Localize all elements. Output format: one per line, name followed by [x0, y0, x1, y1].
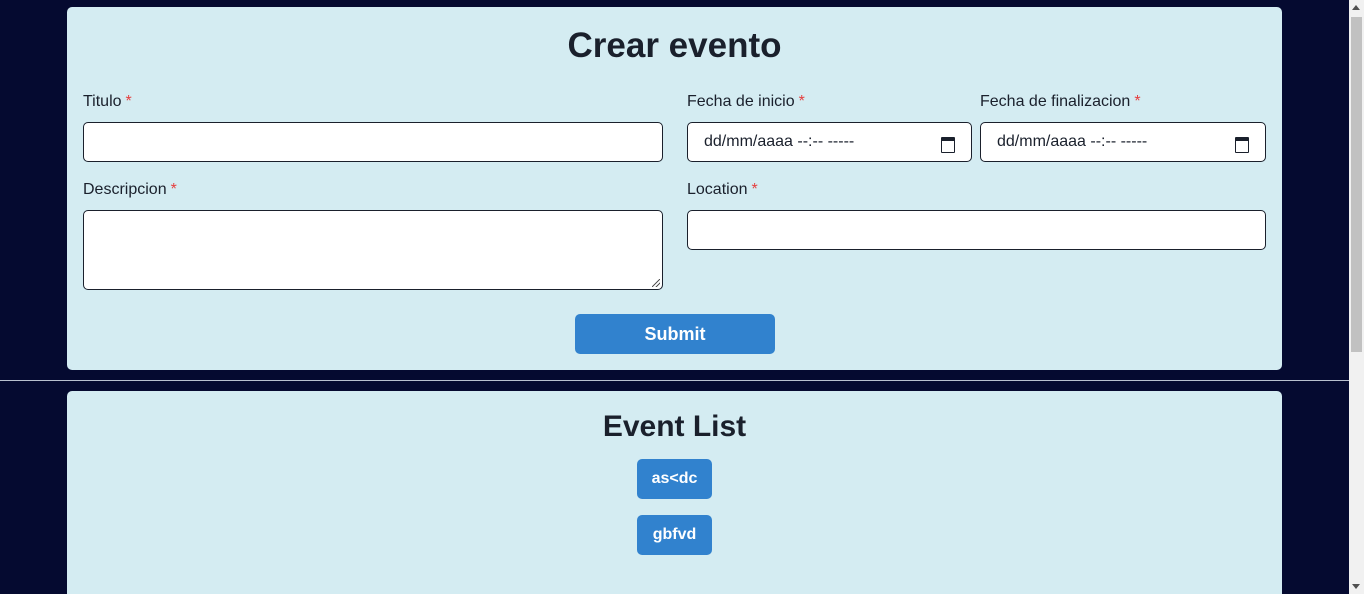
required-marker: *: [170, 181, 177, 198]
descripcion-label: Descripcion *: [83, 180, 177, 200]
page: Crear evento Titulo * Fecha de inicio * dd…: [0, 0, 1349, 594]
scroll-down-icon[interactable]: [1352, 584, 1360, 589]
create-event-title: Crear evento: [567, 26, 782, 65]
vertical-scrollbar[interactable]: [1349, 0, 1364, 594]
fecha-inicio-placeholder: dd/mm/aaaa --:-- -----: [704, 133, 855, 150]
scrollbar-thumb[interactable]: [1351, 17, 1362, 352]
fecha-inicio-label-text: Fecha de inicio: [687, 93, 795, 110]
required-marker: *: [125, 93, 132, 110]
descripcion-label-text: Descripcion: [83, 181, 167, 198]
required-marker: *: [798, 93, 805, 110]
location-label-text: Location: [687, 181, 748, 198]
section-divider: [0, 380, 1349, 381]
fecha-fin-input[interactable]: dd/mm/aaaa --:-- -----: [980, 122, 1266, 162]
location-input[interactable]: [687, 210, 1266, 250]
fecha-fin-label: Fecha de finalizacion *: [980, 92, 1141, 112]
create-event-card: Crear evento Titulo * Fecha de inicio * dd…: [67, 7, 1282, 370]
event-list-title: Event List: [602, 410, 747, 443]
fecha-inicio-label: Fecha de inicio *: [687, 92, 805, 112]
required-marker: *: [751, 181, 758, 198]
fecha-fin-placeholder: dd/mm/aaaa --:-- -----: [997, 133, 1148, 150]
event-item-button[interactable]: as<dc: [637, 459, 712, 499]
fecha-inicio-input[interactable]: dd/mm/aaaa --:-- -----: [687, 122, 972, 162]
scroll-up-icon[interactable]: [1352, 5, 1360, 10]
submit-button[interactable]: Submit: [575, 314, 775, 354]
event-item-button[interactable]: gbfvd: [637, 515, 712, 555]
fecha-fin-label-text: Fecha de finalizacion: [980, 93, 1131, 110]
required-marker: *: [1134, 93, 1141, 110]
calendar-icon[interactable]: [1235, 135, 1249, 153]
titulo-input[interactable]: [83, 122, 663, 162]
location-label: Location *: [687, 180, 758, 200]
event-list-card: Event List as<dc gbfvd: [67, 391, 1282, 594]
calendar-icon[interactable]: [941, 135, 955, 153]
titulo-label: Titulo *: [83, 92, 132, 112]
descripcion-textarea[interactable]: [83, 210, 663, 290]
titulo-label-text: Titulo: [83, 93, 122, 110]
